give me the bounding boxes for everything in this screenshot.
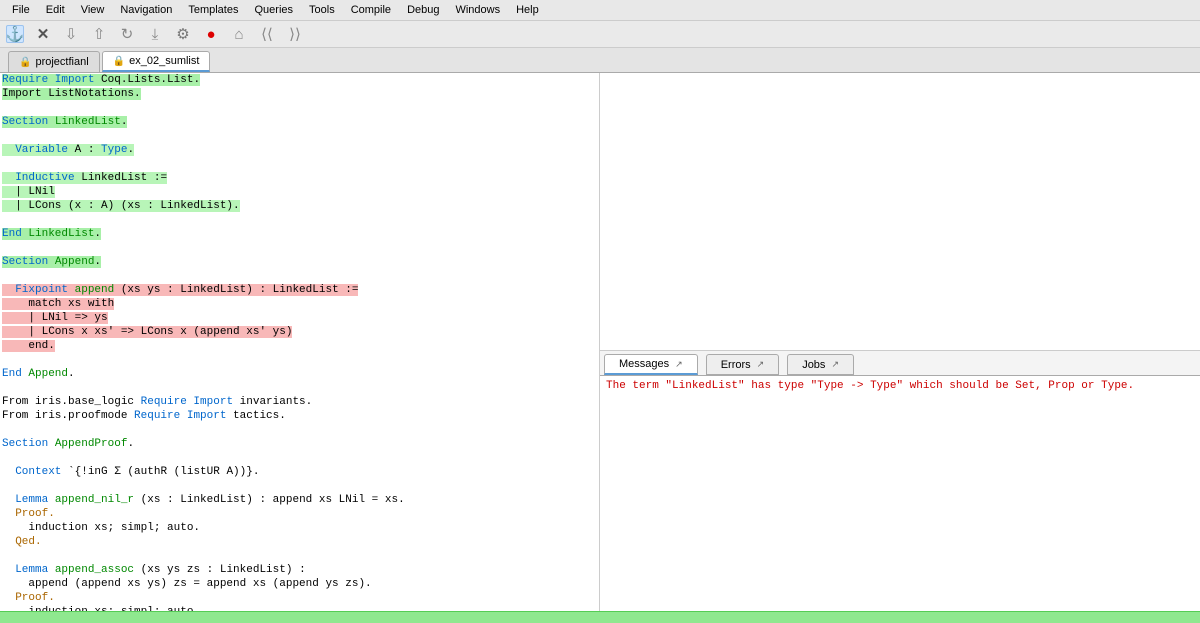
goals-panel[interactable] xyxy=(600,73,1200,351)
right-pane: Messages↗ Errors↗ Jobs↗ The term "Linked… xyxy=(600,73,1200,611)
down-arrow-icon[interactable]: ⇩ xyxy=(62,25,80,43)
close-icon[interactable]: ✕ xyxy=(34,25,52,43)
menu-templates[interactable]: Templates xyxy=(180,2,246,18)
menu-navigation[interactable]: Navigation xyxy=(112,2,180,18)
messages-panel: Messages↗ Errors↗ Jobs↗ The term "Linked… xyxy=(600,351,1200,611)
menu-tools[interactable]: Tools xyxy=(301,2,343,18)
nav-forward-icon[interactable]: ↻ xyxy=(118,25,136,43)
tab-jobs[interactable]: Jobs↗ xyxy=(787,354,854,375)
menu-windows[interactable]: Windows xyxy=(447,2,508,18)
tab-projectfianl[interactable]: 🔒projectfianl xyxy=(8,51,100,72)
lock-icon: 🔒 xyxy=(113,56,125,67)
menu-queries[interactable]: Queries xyxy=(246,2,301,18)
main-area: Require Import Coq.Lists.List.Import Lis… xyxy=(0,73,1200,611)
gear-icon[interactable]: ⚙ xyxy=(174,25,192,43)
menu-view[interactable]: View xyxy=(73,2,113,18)
message-tabbar: Messages↗ Errors↗ Jobs↗ xyxy=(600,351,1200,376)
menu-compile[interactable]: Compile xyxy=(343,2,399,18)
tab-ex-02-sumlist[interactable]: 🔒ex_02_sumlist xyxy=(102,51,211,72)
save-icon[interactable]: ⚓ xyxy=(6,25,24,43)
message-content[interactable]: The term "LinkedList" has type "Type -> … xyxy=(600,376,1200,611)
file-tabbar: 🔒projectfianl 🔒ex_02_sumlist xyxy=(0,48,1200,73)
step-to-icon[interactable]: ⤓ xyxy=(146,25,164,43)
status-bar xyxy=(0,611,1200,623)
lock-icon: 🔒 xyxy=(19,57,31,68)
tab-messages[interactable]: Messages↗ xyxy=(604,354,698,375)
toolbar: ⚓ ✕ ⇩ ⇧ ↻ ⤓ ⚙ ● ⌂ ⟨⟨ ⟩⟩ xyxy=(0,21,1200,48)
detach-icon[interactable]: ↗ xyxy=(757,359,765,370)
detach-icon[interactable]: ↗ xyxy=(675,359,683,370)
next-icon[interactable]: ⟩⟩ xyxy=(286,25,304,43)
menubar: File Edit View Navigation Templates Quer… xyxy=(0,0,1200,21)
prev-icon[interactable]: ⟨⟨ xyxy=(258,25,276,43)
script-editor[interactable]: Require Import Coq.Lists.List.Import Lis… xyxy=(0,73,600,611)
up-arrow-icon[interactable]: ⇧ xyxy=(90,25,108,43)
stop-icon[interactable]: ● xyxy=(202,25,220,43)
menu-edit[interactable]: Edit xyxy=(38,2,73,18)
tab-errors[interactable]: Errors↗ xyxy=(706,354,780,375)
menu-file[interactable]: File xyxy=(4,2,38,18)
menu-debug[interactable]: Debug xyxy=(399,2,447,18)
detach-icon[interactable]: ↗ xyxy=(831,359,839,370)
menu-help[interactable]: Help xyxy=(508,2,547,18)
home-icon[interactable]: ⌂ xyxy=(230,25,248,43)
